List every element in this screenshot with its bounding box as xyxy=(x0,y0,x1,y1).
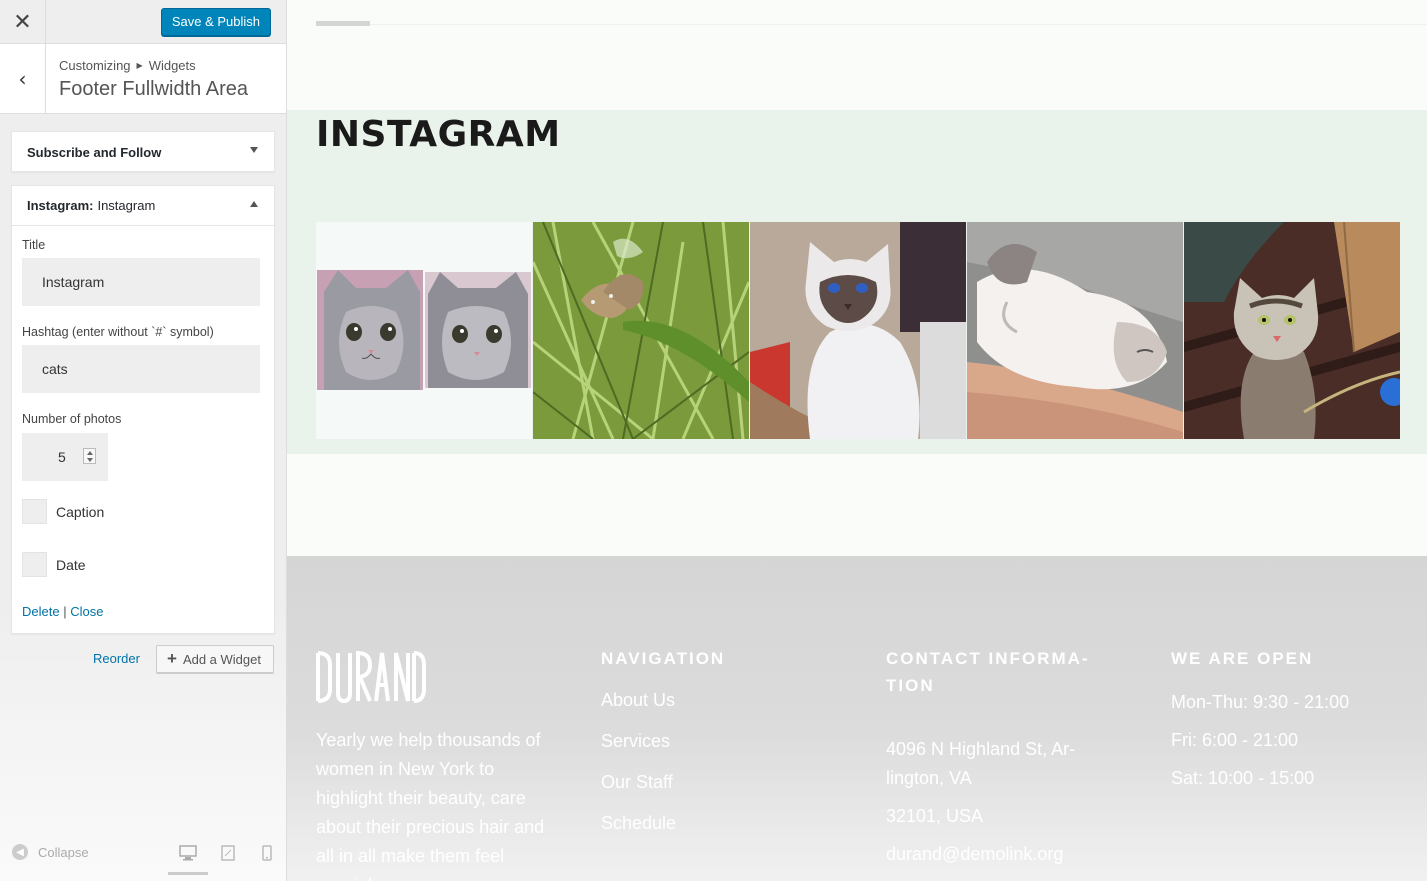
desktop-preview-icon[interactable] xyxy=(168,841,208,875)
footer-link-services[interactable]: Services xyxy=(601,731,821,752)
collapse-button[interactable]: ◀ Collapse xyxy=(12,844,89,860)
footer-hours: WE ARE OPEN Mon-Thu: 9:30 - 21:00 Fri: 6… xyxy=(1171,645,1411,789)
widget-actions: Delete | Close xyxy=(22,604,103,619)
instagram-photo[interactable] xyxy=(750,222,966,439)
add-widget-label: Add a Widget xyxy=(182,651,261,667)
title-input[interactable]: Instagram xyxy=(22,258,260,306)
widget-type: Instagram: xyxy=(27,198,94,213)
accent-bar xyxy=(316,21,370,26)
instagram-photo[interactable] xyxy=(1184,222,1400,439)
instagram-photo[interactable] xyxy=(316,222,532,439)
instagram-photo[interactable] xyxy=(967,222,1183,439)
footer-tagline: Yearly we help thousands of women in New… xyxy=(316,730,545,881)
contact-address: 4096 N Highland St, Ar- lington, VA xyxy=(886,739,1076,788)
collapse-arrow-icon[interactable] xyxy=(250,201,258,207)
footer-navigation: NAVIGATION About Us Services Our Staff S… xyxy=(601,645,821,834)
contact-zip: 32101, USA xyxy=(886,806,984,826)
tablet-preview-icon[interactable] xyxy=(216,841,240,865)
footer-link-schedule[interactable]: Schedule xyxy=(601,813,821,834)
photos-count-stepper[interactable]: 5 xyxy=(22,433,108,481)
site-preview: INSTAGRAM Yearly we help thousands of wo… xyxy=(287,0,1427,881)
date-checkbox[interactable] xyxy=(22,552,47,577)
breadcrumb: Customizing ▶ Widgets xyxy=(59,58,196,73)
breadcrumb-separator-icon: ▶ xyxy=(136,61,143,70)
widget-instagram: Instagram: Instagram Title Instagram Has… xyxy=(11,185,275,634)
hours-mon-thu: Mon-Thu: 9:30 - 21:00 xyxy=(1171,692,1350,712)
hours-sat: Sat: 10:00 - 15:00 xyxy=(1171,768,1315,788)
plus-icon: + xyxy=(167,649,177,668)
date-label: Date xyxy=(56,557,86,573)
instagram-grid xyxy=(316,222,1400,439)
widget-title: Instagram xyxy=(97,198,156,213)
title-label: Title xyxy=(22,238,46,252)
contact-heading: CONTACT INFORMA- TION xyxy=(886,649,1090,695)
widget-subscribe-follow[interactable]: Subscribe and Follow xyxy=(11,131,275,172)
footer-contact: CONTACT INFORMA- TION 4096 N Highland St… xyxy=(886,645,1116,869)
customizer-header: ✕ Save & Publish xyxy=(0,0,286,44)
durand-logo[interactable] xyxy=(316,650,426,704)
instagram-photo[interactable] xyxy=(533,222,749,439)
hours-fri: Fri: 6:00 - 21:00 xyxy=(1171,730,1299,750)
navigation-heading: NAVIGATION xyxy=(601,649,726,668)
footer-link-staff[interactable]: Our Staff xyxy=(601,772,821,793)
close-link[interactable]: Close xyxy=(70,604,103,619)
widget-title-bar[interactable]: Subscribe and Follow xyxy=(12,132,274,172)
widget-title-bar[interactable]: Instagram: Instagram xyxy=(12,186,274,226)
add-widget-button[interactable]: + Add a Widget xyxy=(156,645,274,673)
caption-label: Caption xyxy=(56,504,105,520)
site-footer: Yearly we help thousands of women in New… xyxy=(287,556,1427,881)
save-publish-button[interactable]: Save & Publish xyxy=(160,8,271,36)
collapse-arrow-icon: ◀ xyxy=(12,844,28,860)
mobile-preview-icon[interactable] xyxy=(255,841,279,865)
collapse-label: Collapse xyxy=(38,844,89,860)
panel-title: Footer Fullwidth Area xyxy=(59,78,248,100)
hours-heading: WE ARE OPEN xyxy=(1171,649,1314,668)
breadcrumb-customizing: Customizing xyxy=(59,58,131,73)
hashtag-label: Hashtag (enter without `#` symbol) xyxy=(22,325,214,339)
widget-title: Subscribe and Follow xyxy=(27,144,162,160)
photos-count-value: 5 xyxy=(58,449,66,465)
delete-link[interactable]: Delete xyxy=(22,604,60,619)
spinner-arrows-icon[interactable] xyxy=(83,448,96,464)
reorder-link[interactable]: Reorder xyxy=(93,651,140,666)
divider xyxy=(316,24,1426,25)
expand-arrow-icon[interactable] xyxy=(250,147,258,153)
hashtag-input[interactable]: cats xyxy=(22,345,260,393)
contact-email-link[interactable]: durand@demolink.org xyxy=(886,840,1116,869)
instagram-heading: INSTAGRAM xyxy=(316,114,561,155)
back-arrow-icon[interactable]: ‹ xyxy=(0,44,46,113)
breadcrumb-widgets: Widgets xyxy=(148,58,196,73)
photos-count-label: Number of photos xyxy=(22,412,122,426)
customizer-footer: ◀ Collapse xyxy=(0,836,286,881)
caption-checkbox[interactable] xyxy=(22,499,47,524)
panel-header: ‹ Customizing ▶ Widgets Footer Fullwidth A… xyxy=(0,44,286,114)
customizer-sidebar: ✕ Save & Publish ‹ Customizing ▶ Widgets F… xyxy=(0,0,287,881)
footer-link-about[interactable]: About Us xyxy=(601,690,821,711)
close-icon[interactable]: ✕ xyxy=(0,0,46,44)
actions-separator: | xyxy=(63,604,67,619)
instagram-section: INSTAGRAM xyxy=(287,110,1427,454)
